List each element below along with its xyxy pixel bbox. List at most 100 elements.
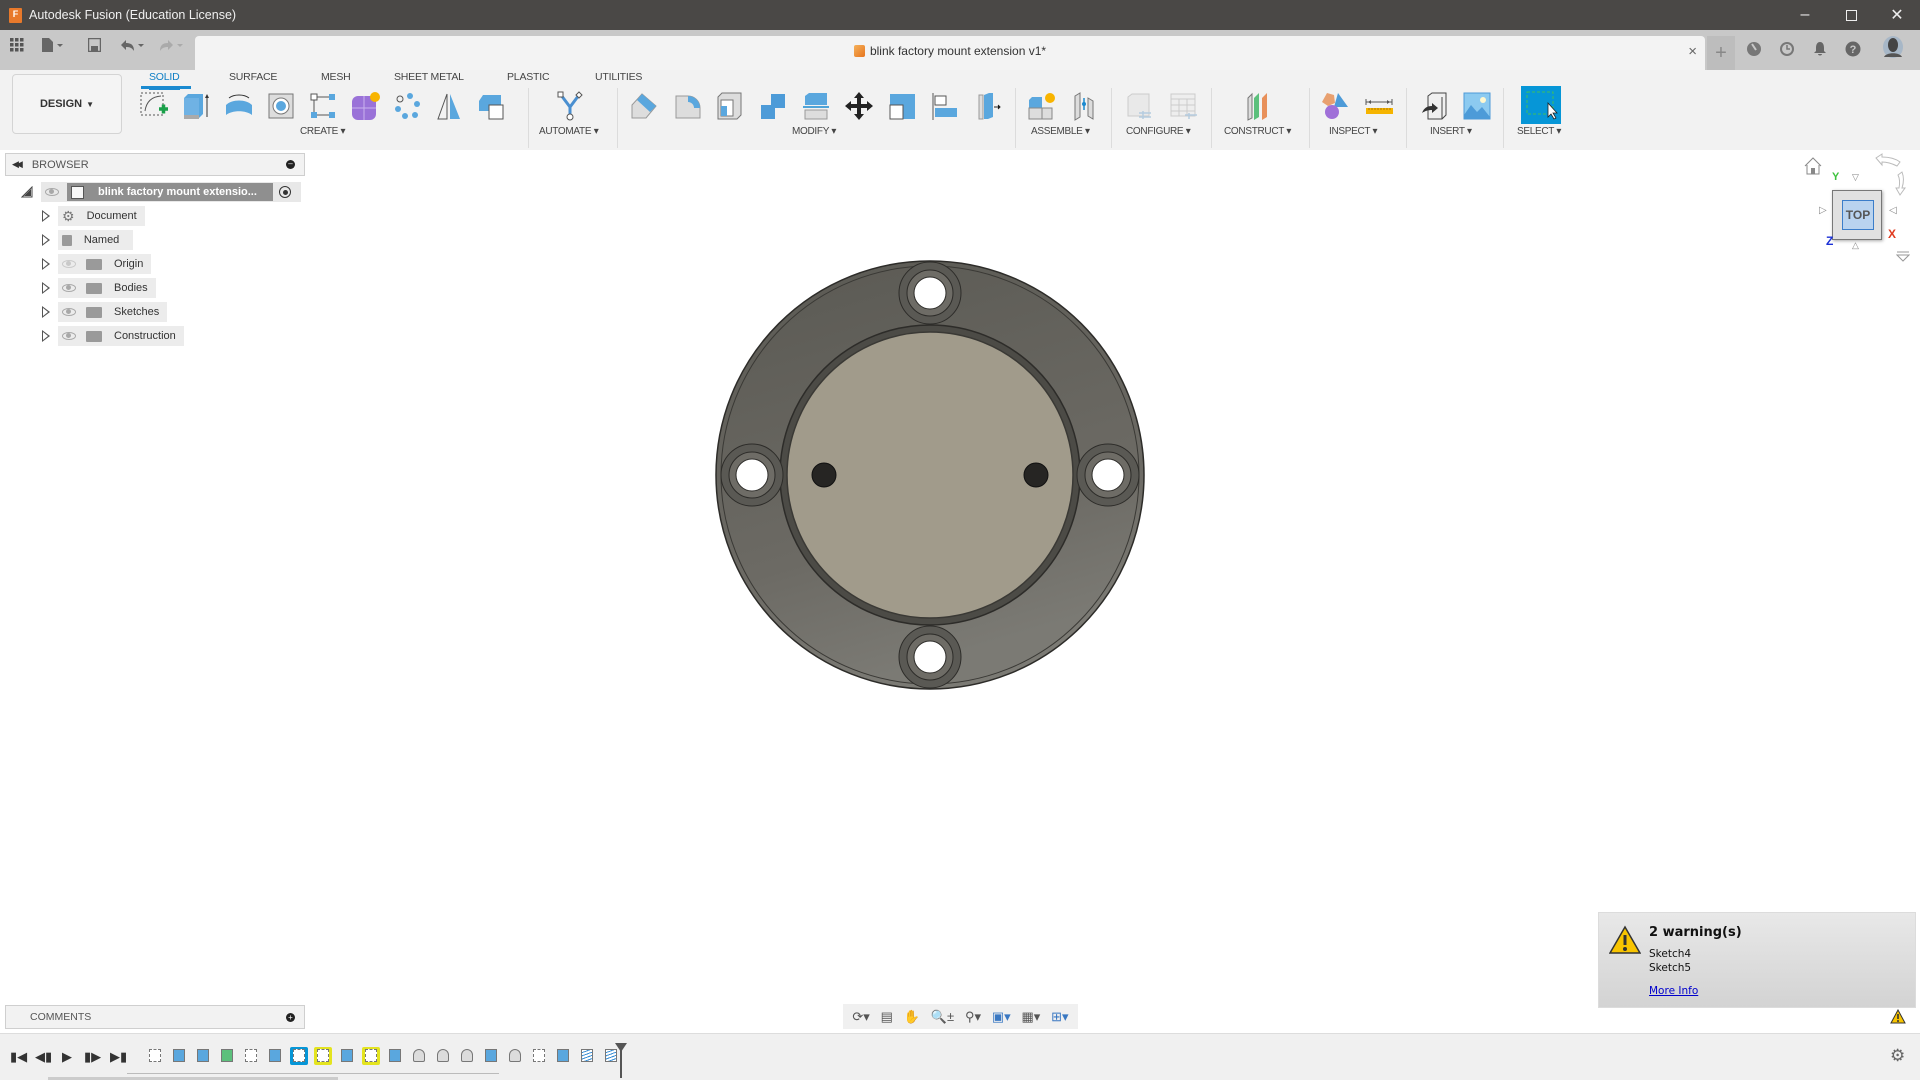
fillet-button[interactable] bbox=[670, 88, 706, 124]
configure-menu[interactable]: CONFIGURE ▾ bbox=[1126, 126, 1191, 137]
avatar[interactable] bbox=[1879, 34, 1907, 60]
timeline-feature-extrude[interactable] bbox=[170, 1047, 188, 1065]
timeline-feature-sketch[interactable] bbox=[530, 1047, 548, 1065]
collapse-triangle-icon[interactable] bbox=[21, 186, 33, 198]
timeline-feature-chamfer[interactable] bbox=[410, 1047, 428, 1065]
canvas-viewport[interactable] bbox=[310, 150, 1920, 1030]
tab-sheet-metal[interactable]: SHEET METAL bbox=[394, 70, 464, 90]
timeline-feature-hole[interactable] bbox=[266, 1047, 284, 1065]
timeline-marker-handle[interactable] bbox=[615, 1043, 627, 1052]
close-tab-button[interactable]: × bbox=[1688, 43, 1697, 60]
select-menu[interactable]: SELECT ▾ bbox=[1517, 126, 1561, 137]
timeline-feature-plane[interactable] bbox=[218, 1047, 236, 1065]
select-button[interactable] bbox=[1521, 86, 1561, 124]
close-window-button[interactable]: ✕ bbox=[1874, 0, 1920, 30]
pattern-button[interactable] bbox=[389, 88, 425, 124]
expand-arrow-icon[interactable] bbox=[42, 234, 50, 246]
configuration-table-button[interactable] bbox=[1166, 88, 1202, 124]
viewcube-face-top[interactable]: TOP bbox=[1842, 200, 1874, 230]
expand-arrow-icon[interactable] bbox=[42, 306, 50, 318]
fit-view-icon[interactable]: ⚲▾ bbox=[965, 1009, 981, 1025]
expand-arrow-icon[interactable] bbox=[42, 258, 50, 270]
timeline-feature-extrude[interactable] bbox=[338, 1047, 356, 1065]
mirror-button[interactable] bbox=[431, 88, 467, 124]
workspace-switcher[interactable]: DESIGN ▼ bbox=[12, 74, 122, 134]
visibility-eye-icon[interactable] bbox=[62, 284, 76, 292]
revolve-button[interactable] bbox=[221, 88, 257, 124]
timeline-previous-button[interactable]: ◀▮ bbox=[35, 1049, 52, 1065]
timeline-settings-gear-icon[interactable]: ⚙ bbox=[1890, 1046, 1905, 1066]
move-button[interactable] bbox=[841, 88, 877, 124]
viewcube-menu-icon[interactable] bbox=[1896, 250, 1910, 264]
configure-button[interactable] bbox=[1122, 88, 1158, 124]
timeline-feature-sketch[interactable] bbox=[362, 1047, 380, 1065]
measure-button[interactable] bbox=[1361, 88, 1397, 124]
combine-button[interactable] bbox=[474, 88, 510, 124]
timeline-feature-fillet[interactable] bbox=[434, 1047, 452, 1065]
joint-button[interactable] bbox=[1067, 88, 1103, 124]
tab-plastic[interactable]: PLASTIC bbox=[507, 70, 550, 90]
construct-menu[interactable]: CONSTRUCT ▾ bbox=[1224, 126, 1291, 137]
notifications-button[interactable] bbox=[1806, 36, 1834, 62]
viewcube-arrow-down-icon[interactable]: △ bbox=[1852, 240, 1859, 251]
browser-options-button[interactable]: – bbox=[286, 160, 295, 169]
inspect-menu[interactable]: INSPECT ▾ bbox=[1329, 126, 1378, 137]
data-panel-button[interactable] bbox=[10, 38, 24, 52]
viewcube-arrow-up-icon[interactable]: ▽ bbox=[1852, 172, 1859, 183]
history-button[interactable] bbox=[1773, 36, 1801, 62]
extrude-button[interactable] bbox=[178, 88, 214, 124]
viewcube-arrow-right-icon[interactable]: ◁ bbox=[1889, 205, 1897, 216]
redo-button[interactable] bbox=[160, 38, 184, 52]
activate-component-radio[interactable] bbox=[279, 186, 291, 198]
minimize-button[interactable]: – bbox=[1782, 0, 1828, 30]
orbit-icon[interactable]: ⟳▾ bbox=[852, 1009, 869, 1025]
timeline-play-button[interactable]: ▶ bbox=[62, 1049, 72, 1065]
timeline-first-button[interactable]: ▮◀ bbox=[10, 1049, 27, 1065]
expand-arrow-icon[interactable] bbox=[42, 210, 50, 222]
rectangle-pattern-button[interactable] bbox=[305, 88, 341, 124]
tab-mesh[interactable]: MESH bbox=[321, 70, 351, 90]
combine-modify-button[interactable] bbox=[755, 88, 791, 124]
timeline-feature-extrude[interactable] bbox=[482, 1047, 500, 1065]
create-menu[interactable]: CREATE ▾ bbox=[300, 126, 346, 137]
new-tab-button[interactable]: + bbox=[1707, 36, 1735, 70]
tab-utilities[interactable]: UTILITIES bbox=[595, 70, 642, 90]
zoom-icon[interactable]: 🔍± bbox=[931, 1009, 954, 1025]
timeline-feature-fillet[interactable] bbox=[458, 1047, 476, 1065]
timeline-feature-sketch[interactable] bbox=[146, 1047, 164, 1065]
align-button[interactable] bbox=[927, 88, 963, 124]
visibility-hidden-icon[interactable] bbox=[62, 260, 76, 268]
display-settings-icon[interactable]: ▣▾ bbox=[992, 1009, 1011, 1025]
automate-button[interactable] bbox=[552, 88, 588, 124]
help-button[interactable]: ? bbox=[1839, 36, 1867, 62]
timeline-feature-sketch[interactable] bbox=[290, 1047, 308, 1065]
timeline-feature-extrude[interactable] bbox=[194, 1047, 212, 1065]
scale-button[interactable] bbox=[884, 88, 920, 124]
visibility-eye-icon[interactable] bbox=[62, 308, 76, 316]
insert-derive-button[interactable] bbox=[1417, 88, 1453, 124]
timeline-feature-extrude[interactable] bbox=[554, 1047, 572, 1065]
tab-surface[interactable]: SURFACE bbox=[229, 70, 277, 90]
maximize-button[interactable] bbox=[1828, 0, 1874, 30]
replace-face-button[interactable] bbox=[970, 88, 1006, 124]
new-component-button[interactable] bbox=[1024, 88, 1060, 124]
timeline-feature-sketch[interactable] bbox=[242, 1047, 260, 1065]
home-view-icon[interactable] bbox=[1803, 156, 1823, 176]
add-comment-button[interactable]: + bbox=[286, 1013, 295, 1022]
look-at-icon[interactable]: ▤ bbox=[881, 1009, 893, 1025]
visibility-eye-icon[interactable] bbox=[62, 332, 76, 340]
viewcube[interactable]: TOP bbox=[1832, 190, 1882, 240]
hole-button[interactable] bbox=[263, 88, 299, 124]
shell-button[interactable] bbox=[712, 88, 748, 124]
viewports-icon[interactable]: ⊞▾ bbox=[1051, 1009, 1068, 1025]
timeline-last-button[interactable]: ▶▮ bbox=[110, 1049, 127, 1065]
interference-button[interactable] bbox=[1318, 88, 1354, 124]
save-button[interactable] bbox=[88, 38, 101, 52]
viewcube-arrow-left-icon[interactable]: ▷ bbox=[1819, 205, 1827, 216]
automate-menu[interactable]: AUTOMATE ▾ bbox=[539, 126, 599, 137]
more-info-link[interactable]: More Info bbox=[1649, 985, 1698, 997]
form-button[interactable] bbox=[347, 88, 383, 124]
expand-arrow-icon[interactable] bbox=[42, 330, 50, 342]
insert-menu[interactable]: INSERT ▾ bbox=[1430, 126, 1472, 137]
undo-button[interactable] bbox=[120, 38, 144, 52]
